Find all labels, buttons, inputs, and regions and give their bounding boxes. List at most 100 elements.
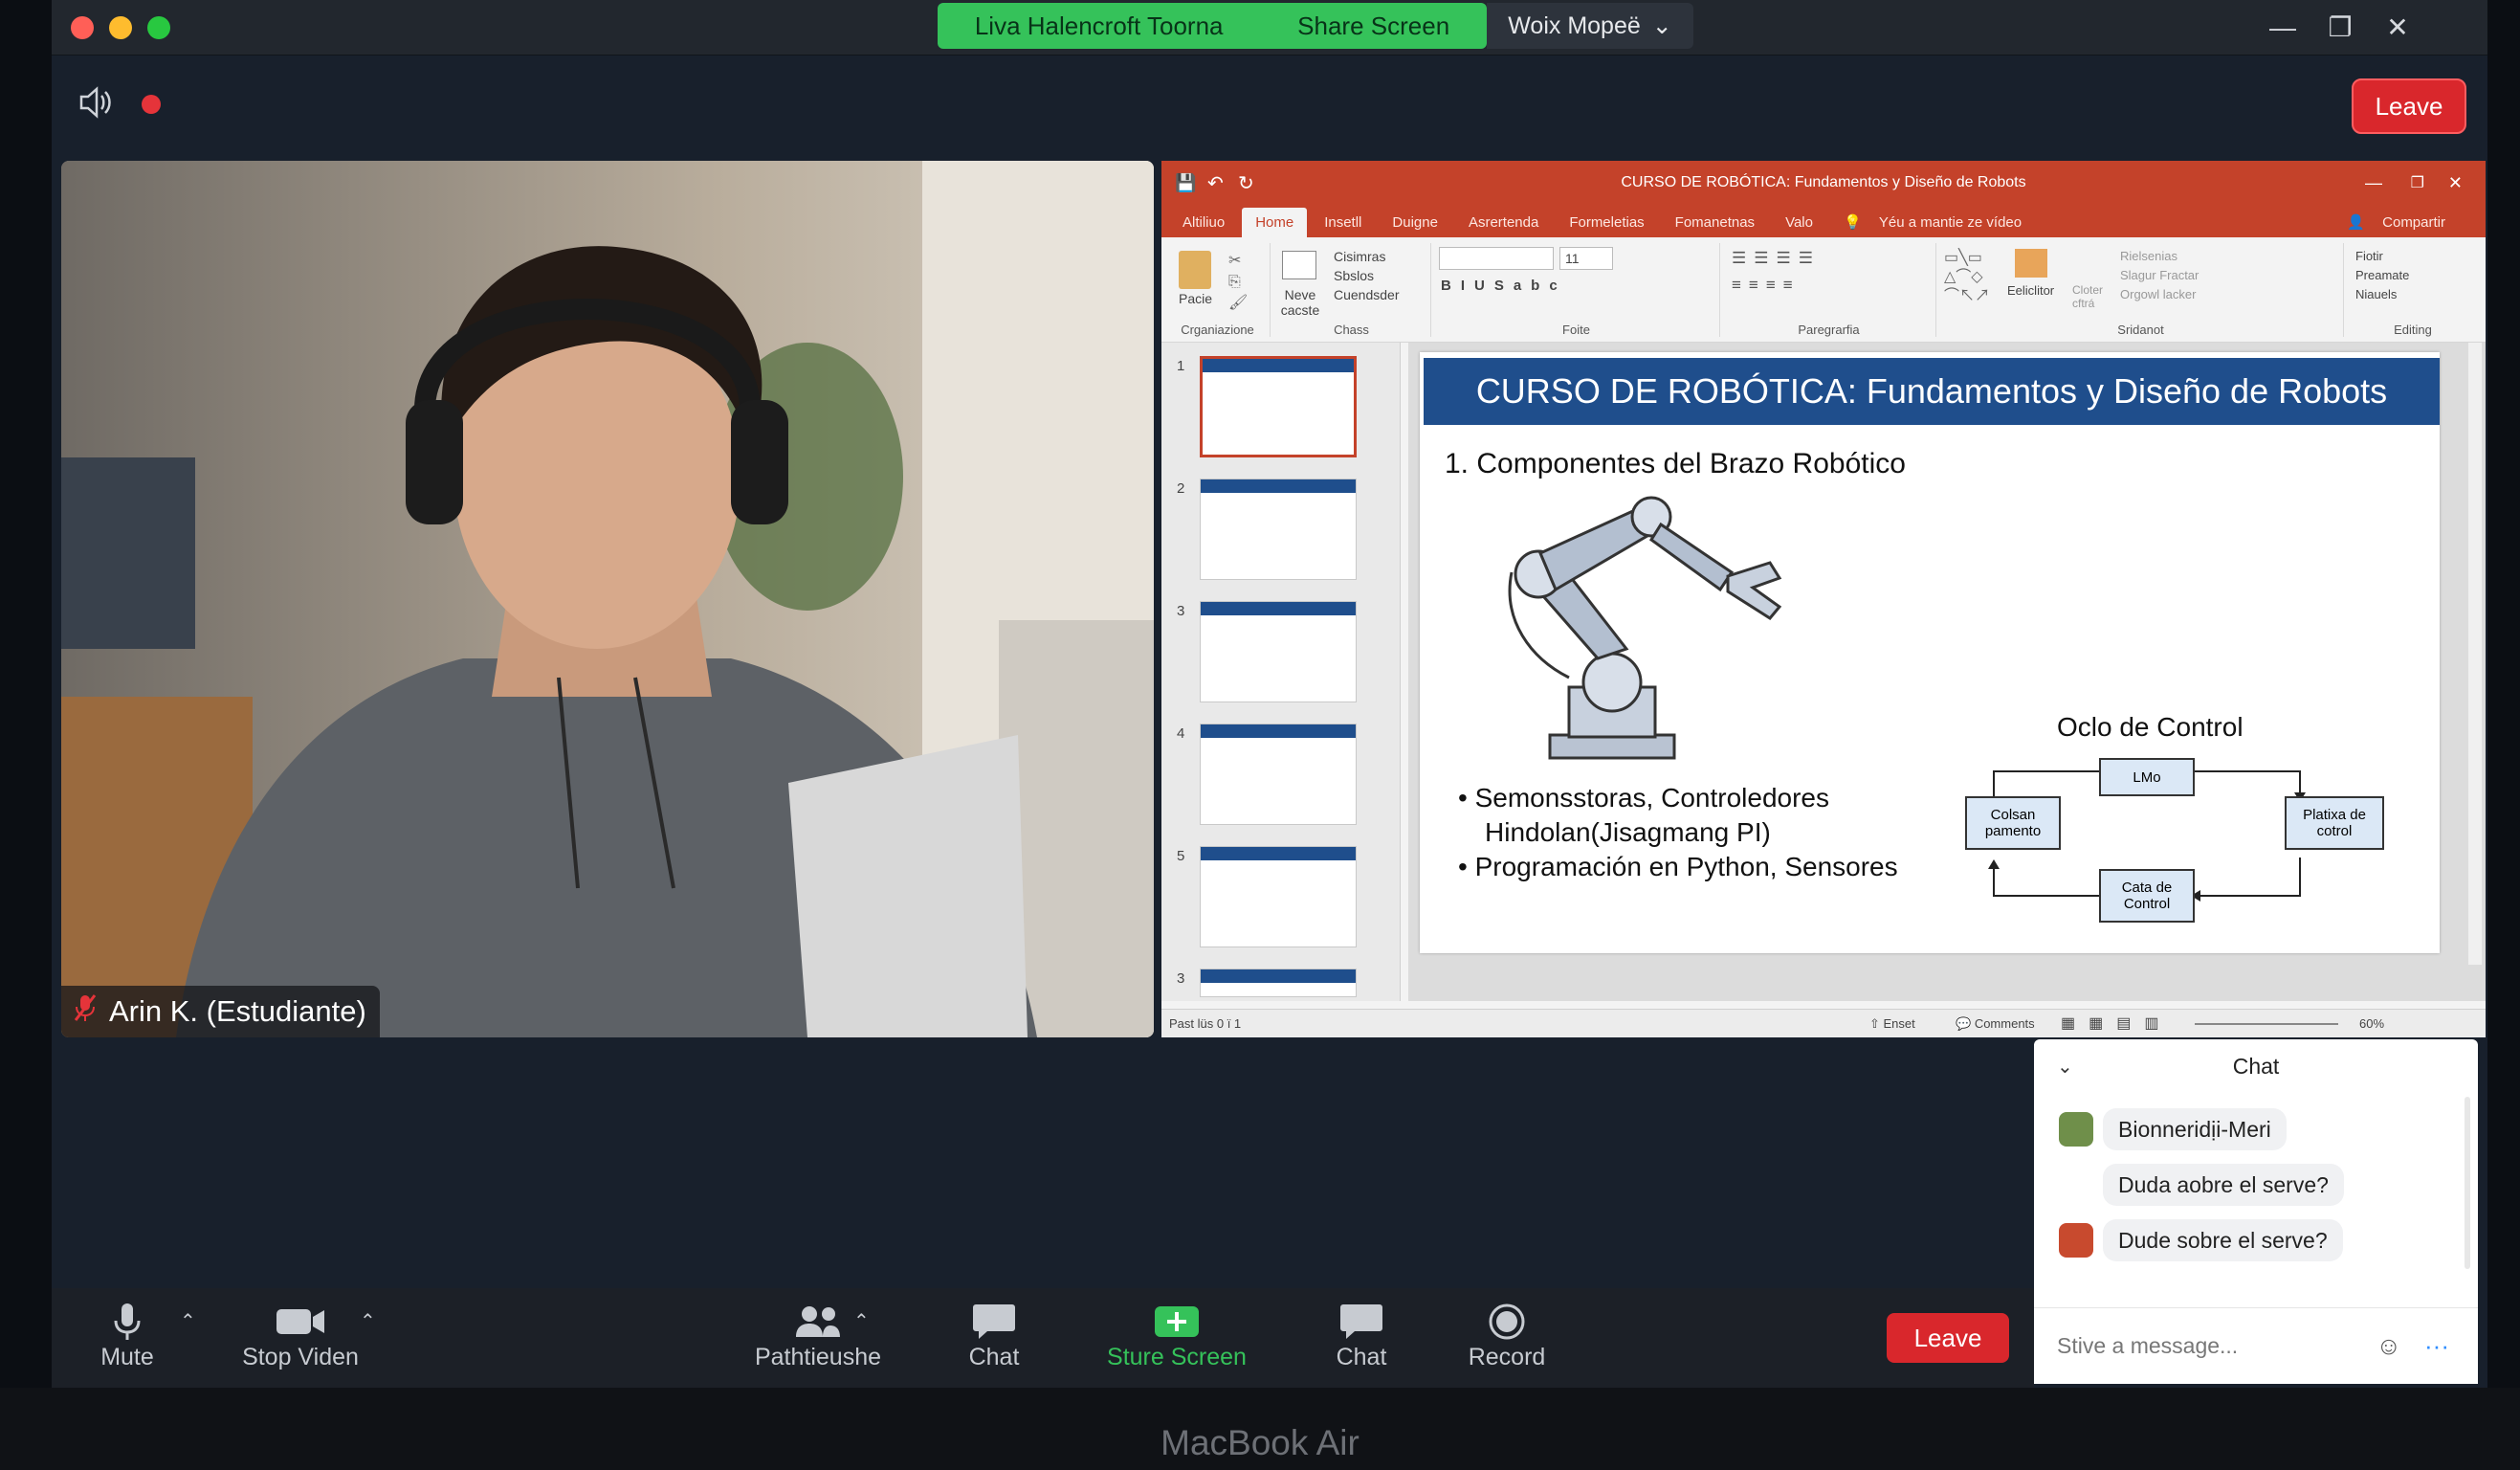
recording-indicator xyxy=(142,95,161,114)
cut-copy-icons[interactable]: ✂ ⎘ 🖌 xyxy=(1228,251,1248,314)
robot-arm-illustration xyxy=(1508,496,1782,760)
zoom-traffic-light[interactable] xyxy=(147,16,170,39)
find-item[interactable]: Fiotir xyxy=(2355,247,2409,266)
new-slide-label[interactable]: Neve cacste xyxy=(1276,287,1324,318)
record-icon xyxy=(1488,1300,1526,1344)
collapse-chat-icon[interactable]: ⌄ xyxy=(2057,1055,2073,1079)
editor-label[interactable]: Eeliclitor xyxy=(2007,283,2054,298)
chat-button[interactable]: Chat xyxy=(951,1300,1037,1371)
redo-icon[interactable]: ↻ xyxy=(1238,171,1254,195)
chat-button-secondary[interactable]: Chat xyxy=(1318,1300,1404,1371)
paste-label[interactable]: Pacie xyxy=(1179,291,1212,306)
cloter-label[interactable]: Cloter cftrá xyxy=(2072,283,2111,310)
slide-thumbnail[interactable] xyxy=(1200,846,1357,947)
slide-bullet: • Programación en Python, Sensores xyxy=(1458,852,1898,881)
save-icon[interactable]: 💾 xyxy=(1175,173,1196,193)
editor-icon[interactable] xyxy=(2015,249,2047,278)
tab-insert[interactable]: Insetll xyxy=(1311,208,1375,237)
clipboard-group: Pacie ✂ ⎘ 🖌 Crganiazione xyxy=(1165,243,1271,337)
undo-icon[interactable]: ↶ xyxy=(1207,171,1224,195)
font-group-label: Foite xyxy=(1562,323,1590,337)
tab-home[interactable]: Home xyxy=(1242,208,1308,237)
bullet-text: Semonsstoras, Controledores xyxy=(1474,783,1829,813)
tab-design[interactable]: Duigne xyxy=(1379,208,1451,237)
leave-button[interactable]: Leave xyxy=(1887,1313,2009,1363)
view-buttons[interactable]: ▦▦▤▥ xyxy=(2061,1013,2172,1033)
drawing-group: ▭╲▭ △⌒◇ ⌒↖↗ Eeliclitor Cloter cftrá Rielse… xyxy=(1938,243,2344,337)
chat-title: Chat xyxy=(2232,1053,2280,1079)
thumb-title-bar xyxy=(1203,359,1354,372)
ppt-minimize-icon[interactable]: — xyxy=(2365,173,2382,193)
shape-outline-item[interactable]: Slagur Fractar xyxy=(2120,266,2199,285)
tab-animations[interactable]: Formeletias xyxy=(1556,208,1657,237)
drawing-options: Rielsenias Slagur Fractar Orgowl lacker xyxy=(2120,247,2199,304)
section-item[interactable]: Cuendsder xyxy=(1334,285,1400,304)
slide-thumbnail[interactable] xyxy=(1200,724,1357,825)
font-format-buttons[interactable]: BIUSabc xyxy=(1441,278,1567,294)
shape-fill-item[interactable]: Rielsenias xyxy=(2120,247,2199,266)
slide-thumbnail[interactable] xyxy=(1200,601,1357,702)
comments-button[interactable]: 💬 Comments xyxy=(1956,1016,2035,1032)
shapes-gallery[interactable]: ▭╲▭ △⌒◇ ⌒↖↗ xyxy=(1944,249,2001,306)
slide-thumbnail[interactable] xyxy=(1200,356,1357,457)
minimize-icon[interactable]: — xyxy=(2264,11,2302,44)
paragraph-buttons[interactable]: ☰☰☰☰ xyxy=(1732,249,1821,268)
minimize-traffic-light[interactable] xyxy=(109,16,132,39)
slide-thumbnail[interactable] xyxy=(1200,969,1357,997)
ppt-close-icon[interactable]: ✕ xyxy=(2448,173,2463,193)
chat-bubble-icon xyxy=(1339,1300,1383,1344)
select-item[interactable]: Niauels xyxy=(2355,285,2409,304)
reset-item[interactable]: Sbslos xyxy=(1334,266,1400,285)
share-banner-action[interactable]: Share Screen xyxy=(1297,11,1449,41)
layout-item[interactable]: Cisimras xyxy=(1334,247,1400,266)
video-options-caret[interactable]: ⌃ xyxy=(360,1309,376,1333)
shape-effects-item[interactable]: Orgowl lacker xyxy=(2120,285,2199,304)
align-buttons[interactable]: ≡≡≡≡ xyxy=(1732,276,1801,295)
paste-icon[interactable] xyxy=(1179,251,1211,289)
chat-label-secondary: Chat xyxy=(1336,1344,1387,1370)
cycle-node: Platixa de cotrol xyxy=(2285,796,2384,850)
tab-view[interactable]: Valo xyxy=(1772,208,1826,237)
replace-item[interactable]: Preamate xyxy=(2355,266,2409,285)
tab-slideshow[interactable]: Fomanetnas xyxy=(1662,208,1768,237)
more-options-icon[interactable]: ··· xyxy=(2424,1331,2449,1361)
close-icon[interactable]: ✕ xyxy=(2378,11,2417,44)
drawing-group-label: Sridanot xyxy=(2117,323,2164,337)
participant-name-tag: Arin K. (Estudiante) xyxy=(61,986,380,1037)
chat-scrollbar[interactable] xyxy=(2465,1097,2470,1269)
clipboard-group-label: Crganiazione xyxy=(1181,323,1254,337)
thumb-number: 2 xyxy=(1177,480,1185,497)
chat-input-placeholder: Stive a message... xyxy=(2057,1333,2239,1358)
stop-video-button[interactable]: Stop Viden xyxy=(233,1300,367,1371)
tab-transitions[interactable]: Asrertenda xyxy=(1455,208,1552,237)
font-name-input[interactable] xyxy=(1439,247,1554,270)
audio-options-caret[interactable]: ⌃ xyxy=(180,1309,196,1333)
notes-button[interactable]: ⇧ Enset xyxy=(1869,1016,1915,1032)
mute-button[interactable]: Mute xyxy=(94,1300,161,1371)
screen: Liva Halencroft Toorna Share Screen Woix… xyxy=(52,0,2487,1388)
participants-caret[interactable]: ⌃ xyxy=(853,1309,870,1333)
share-banner[interactable]: Liva Halencroft Toorna Share Screen xyxy=(938,3,1487,49)
zoom-level[interactable]: 60% xyxy=(2359,1016,2384,1031)
leave-button-top[interactable]: Leave xyxy=(2352,78,2466,134)
ppt-restore-icon[interactable]: ❐ xyxy=(2411,173,2424,192)
share-screen-button[interactable]: Sture Screen xyxy=(1081,1300,1272,1371)
close-traffic-light[interactable] xyxy=(71,16,94,39)
restore-icon[interactable]: ❐ xyxy=(2321,11,2359,44)
participants-icon xyxy=(794,1300,842,1344)
new-slide-icon[interactable] xyxy=(1282,251,1316,279)
zoom-slider[interactable] xyxy=(2195,1023,2338,1025)
slide-thumbnail[interactable] xyxy=(1200,479,1357,580)
share-ppt-button[interactable]: 👤 Compartir xyxy=(2333,207,2472,237)
emoji-icon[interactable]: ☺ xyxy=(2376,1331,2401,1361)
chat-input[interactable]: Stive a message... ☺ ··· xyxy=(2034,1307,2478,1384)
font-size-input[interactable]: 11 xyxy=(1559,247,1613,270)
tab-file[interactable]: Altiliuo xyxy=(1169,208,1238,237)
notes-label: Enset xyxy=(1883,1016,1915,1031)
slide-scrollbar[interactable] xyxy=(2468,343,2482,965)
speaker-icon[interactable] xyxy=(78,86,113,123)
tell-me-box[interactable]: 💡 Yéu a mantie ze vídeo xyxy=(1830,207,2048,237)
record-button[interactable]: Record xyxy=(1454,1300,1559,1371)
current-slide[interactable]: CURSO DE ROBÓTICA: Fundamentos y Diseño … xyxy=(1420,352,2440,953)
account-dropdown[interactable]: Woix Mopeë ⌄ xyxy=(1487,3,1693,49)
